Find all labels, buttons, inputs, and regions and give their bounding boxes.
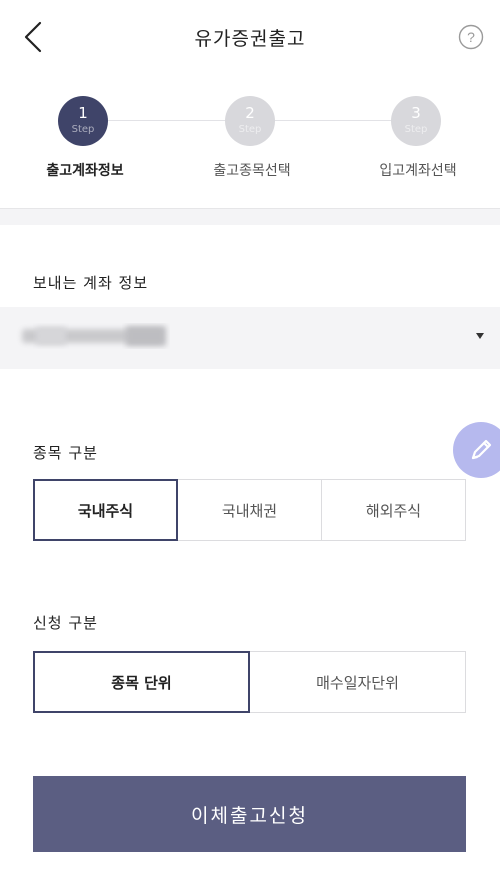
item-type-foreign-stock[interactable]: 해외주식: [322, 479, 466, 541]
item-type-domestic-stock[interactable]: 국내주식: [33, 479, 178, 541]
svg-text:?: ?: [467, 29, 475, 45]
account-select[interactable]: [0, 307, 500, 369]
page-title: 유가증권출고: [194, 28, 306, 50]
pencil-icon: [471, 439, 492, 460]
step-3-circle: 3 Step: [391, 96, 441, 146]
step-2-circle: 2 Step: [225, 96, 275, 146]
item-type-segmented: 국내주식 국내채권 해외주식: [33, 479, 466, 541]
step-label: Step: [238, 124, 262, 135]
step-label: Step: [404, 124, 428, 135]
section-divider: [0, 208, 500, 225]
item-type-domestic-bond[interactable]: 국내채권: [178, 479, 322, 541]
request-type-by-purchase-date[interactable]: 매수일자단위: [250, 651, 466, 713]
header: 유가증권출고 ?: [0, 0, 500, 75]
step-2-title: 출고종목선택: [213, 163, 291, 179]
masked-account-number: [22, 326, 166, 346]
step-1-title: 출고계좌정보: [46, 163, 124, 179]
dropdown-caret-icon[interactable]: [476, 333, 484, 339]
step-label: Step: [71, 124, 95, 135]
step-number: 3: [411, 104, 421, 122]
step-number: 1: [78, 104, 88, 122]
item-type-label: 종목 구분: [33, 444, 98, 462]
edit-fab-button[interactable]: [453, 422, 500, 478]
help-icon[interactable]: ?: [458, 24, 484, 50]
transfer-request-button[interactable]: 이체출고신청: [33, 776, 466, 852]
request-type-label: 신청 구분: [33, 614, 98, 632]
request-type-by-item[interactable]: 종목 단위: [33, 651, 250, 713]
request-type-segmented: 종목 단위 매수일자단위: [33, 651, 466, 713]
stepper: 1 Step 2 Step 3 Step 출고계좌정보 출고종목선택 입고계좌선…: [0, 88, 500, 188]
step-number: 2: [245, 104, 255, 122]
step-3-title: 입고계좌선택: [379, 163, 457, 179]
step-1-circle: 1 Step: [58, 96, 108, 146]
account-label: 보내는 계좌 정보: [33, 274, 149, 292]
